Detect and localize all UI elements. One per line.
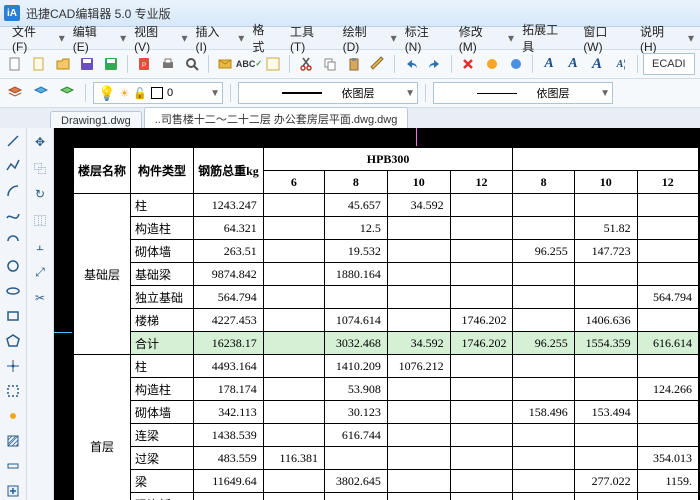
layer-value: 0 [167,87,173,99]
trim-icon[interactable]: ✂ [30,288,50,308]
wipe-icon[interactable] [3,381,23,400]
hatch-icon[interactable] [3,431,23,450]
chevron-down-icon: ▼ [600,88,610,99]
menu-help[interactable]: 说明(H) [634,21,686,56]
paste-icon[interactable] [343,53,365,75]
point-icon[interactable] [3,356,23,375]
work-area: ✥ ⿻ ↻ ⿲ ⫠ ⤢ ✂ 楼层名称构件类型钢筋总重kgHPB300681012… [0,128,700,500]
dim-icon[interactable] [3,456,23,475]
find-icon[interactable] [262,53,284,75]
spell-icon[interactable]: ABC✓ [238,53,260,75]
text-a3-icon[interactable]: A [586,53,608,75]
copy2-icon[interactable]: ⿻ [30,158,50,178]
open-icon[interactable] [52,53,74,75]
offset-icon[interactable]: ⫠ [30,236,50,256]
ellipse-icon[interactable] [3,282,23,301]
window-title: 迅捷CAD编辑器 5.0 专业版 [26,5,171,22]
menu-format[interactable]: 格式 [246,19,282,57]
layer-ic3[interactable] [56,82,78,104]
prop-icon[interactable] [481,53,503,75]
text-a2-icon[interactable]: A [562,53,584,75]
sun2-icon[interactable] [3,406,23,425]
chevron-down-icon: ▼ [405,88,415,99]
text-a1-icon[interactable]: A [538,53,560,75]
pline-icon[interactable] [3,157,23,176]
poly-icon[interactable] [3,332,23,351]
brush-icon[interactable] [367,53,389,75]
copy-icon[interactable] [319,53,341,75]
menu-draw[interactable]: 绘制(D) [337,21,389,56]
layer-ic2[interactable] [30,82,52,104]
new-icon[interactable] [4,53,26,75]
move-icon[interactable]: ✥ [30,132,50,152]
spline-icon[interactable] [3,207,23,226]
menu-edit[interactable]: 编辑(E) [67,21,118,56]
menu-file[interactable]: 文件(F) [6,21,57,56]
text-a4-icon[interactable]: A¦ [610,53,632,75]
prop2-icon[interactable] [505,53,527,75]
drawing-canvas[interactable]: 楼层名称构件类型钢筋总重kgHPB30068101281012基础层柱1243.… [54,128,700,500]
arc-icon[interactable] [3,182,23,201]
circle-icon[interactable] [3,257,23,276]
bylayer-label2: 依图层 [537,85,570,101]
save-icon[interactable] [76,53,98,75]
bylayer-line[interactable]: 依图层 ▼ [433,82,613,104]
mirror-icon[interactable]: ⿲ [30,210,50,230]
menu-modify[interactable]: 修改(M) [453,21,506,56]
document-tabs: Drawing1.dwg ..司售楼十二～二十二层 办公套房层平面.dwg.dw… [0,108,700,130]
new2-icon[interactable] [28,53,50,75]
svg-text:P: P [142,63,146,69]
pdf-icon[interactable]: P [133,53,155,75]
modify-toolbar: ✥ ⿻ ↻ ⿲ ⫠ ⤢ ✂ [27,128,54,500]
cut-icon[interactable] [295,53,317,75]
bulb-icon: 💡 [98,85,115,102]
app-icon: iA [4,5,20,21]
print-icon[interactable] [157,53,179,75]
save-as-icon[interactable] [100,53,122,75]
line-icon[interactable] [3,132,23,151]
delete-icon[interactable] [457,53,479,75]
layer-toolbar: 💡 ☀ 🔓 0 ▼ 依图层 ▼ 依图层 ▼ [0,79,700,108]
ecadi-box[interactable]: ECADI [643,53,695,75]
scale-icon[interactable]: ⤢ [30,262,50,282]
layer-mgr-icon[interactable] [4,82,26,104]
menu-insert[interactable]: 插入(I) [190,21,237,56]
bylayer-color[interactable]: 依图层 ▼ [238,82,418,104]
draw-toolbar [0,128,27,500]
cad-table: 楼层名称构件类型钢筋总重kgHPB30068101281012基础层柱1243.… [72,146,700,500]
menu-window[interactable]: 窗口(W) [577,21,632,56]
email-icon[interactable] [214,53,236,75]
rotate-icon[interactable]: ↻ [30,184,50,204]
tab-current[interactable]: ..司售楼十二～二十二层 办公套房层平面.dwg.dwg [144,107,409,130]
rect-icon[interactable] [3,307,23,326]
insert-icon[interactable] [3,481,23,500]
layer-select[interactable]: 💡 ☀ 🔓 0 ▼ [93,82,223,104]
menu-dim[interactable]: 标注(N) [399,21,451,56]
menu-ext[interactable]: 拓展工具 [516,19,575,57]
redo-icon[interactable] [424,53,446,75]
preview-icon[interactable] [181,53,203,75]
bylayer-label1: 依图层 [342,85,375,101]
toolbar-main: P ABC✓ A A A A¦ ECADI [0,50,700,79]
menu-view[interactable]: 视图(V) [128,21,179,56]
chevron-down-icon: ▼ [210,88,220,99]
undo-icon[interactable] [400,53,422,75]
menu-bar: 文件(F) ▾ 编辑(E) ▾ 视图(V) ▾ 插入(I) ▾ 格式 工具(T)… [0,27,700,50]
menu-tools[interactable]: 工具(T) [284,21,335,56]
arc2-icon[interactable] [3,232,23,251]
